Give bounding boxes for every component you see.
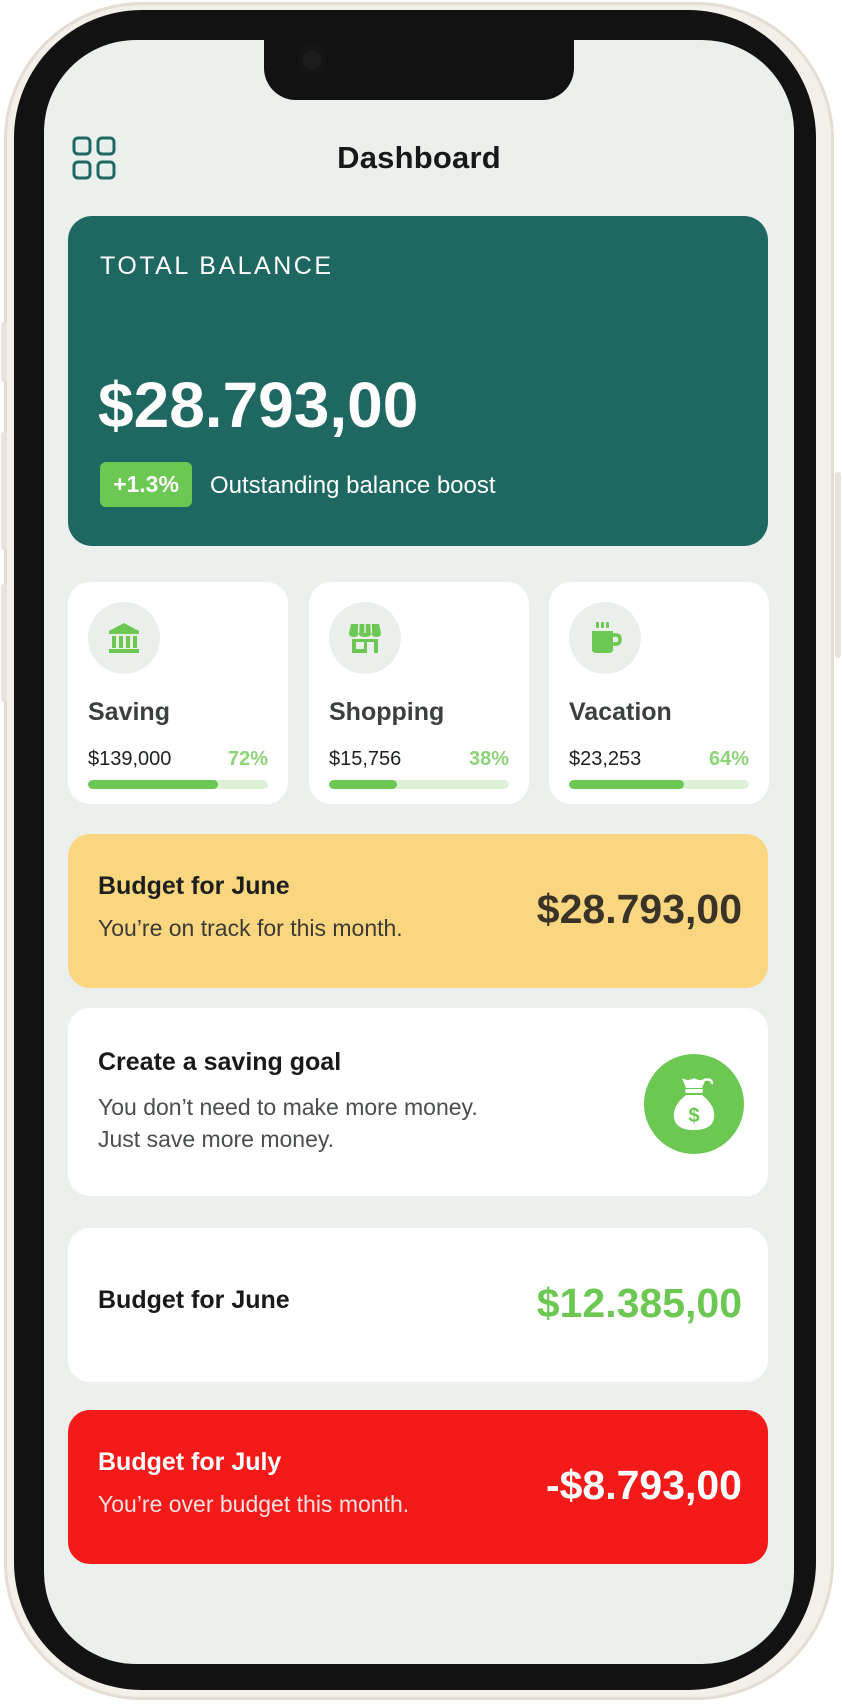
saving-goal-line-1: You don’t need to make more money. <box>98 1094 478 1120</box>
phone-screen: Dashboard TOTAL BALANCE $28.793,00 +1.3%… <box>44 40 794 1664</box>
budget-subtitle: You’re over budget this month. <box>98 1491 410 1517</box>
phone-power-button <box>835 472 841 658</box>
camera-icon <box>298 46 326 74</box>
category-percent: 64% <box>708 748 749 770</box>
category-amount: $15,756 <box>329 748 402 770</box>
category-icon-wrap <box>88 602 160 674</box>
mug-icon <box>592 622 622 653</box>
saving-goal-title: Create a saving goal <box>98 1048 342 1076</box>
phone-side-button <box>1 322 7 382</box>
budget-amount: -$8.793,00 <box>545 1462 742 1508</box>
category-icon-wrap <box>329 602 401 674</box>
category-card-saving[interactable]: Saving $139,000 72% <box>68 582 288 804</box>
category-progress-track <box>329 780 509 789</box>
balance-label: TOTAL BALANCE <box>100 252 334 280</box>
category-progress-fill <box>88 780 218 789</box>
bank-icon <box>109 623 139 653</box>
category-card-shopping[interactable]: Shopping $15,756 38% <box>309 582 529 804</box>
category-card-vacation[interactable]: Vacation $23,253 64% <box>549 582 769 804</box>
saving-goal-line-2: Just save more money. <box>98 1126 335 1152</box>
category-progress-fill <box>329 780 398 789</box>
budget-title: Budget for June <box>98 872 290 900</box>
category-icon-wrap <box>569 602 641 674</box>
create-saving-goal-button[interactable]: $ <box>644 1054 744 1154</box>
budget-title: Budget for June <box>98 1286 290 1314</box>
budget-june-summary-card[interactable]: Budget for June $12.385,00 <box>68 1228 768 1382</box>
category-name: Shopping <box>329 698 445 726</box>
category-percent: 38% <box>468 748 509 770</box>
phone-volume-up-button <box>1 432 7 550</box>
category-progress-track <box>569 780 749 789</box>
budget-title: Budget for July <box>98 1448 282 1476</box>
balance-amount: $28.793,00 <box>98 369 419 441</box>
header: Dashboard <box>44 136 794 200</box>
category-progress-fill <box>569 780 685 789</box>
category-name: Vacation <box>569 698 672 726</box>
category-progress-track <box>88 780 268 789</box>
phone-volume-down-button <box>1 584 7 702</box>
balance-change-badge: +1.3% <box>100 462 192 507</box>
notch <box>264 40 574 100</box>
total-balance-card[interactable]: TOTAL BALANCE $28.793,00 +1.3% Outstandi… <box>68 216 768 546</box>
budget-amount: $12.385,00 <box>536 1280 742 1326</box>
budget-july-card[interactable]: Budget for July You’re over budget this … <box>68 1410 768 1564</box>
money-bag-icon: $ <box>673 1078 715 1130</box>
store-icon <box>349 623 381 653</box>
saving-goal-card[interactable]: Create a saving goal You don’t need to m… <box>68 1008 768 1196</box>
budget-amount: $28.793,00 <box>536 886 742 932</box>
category-amount: $23,253 <box>569 748 642 770</box>
budget-june-card[interactable]: Budget for June You’re on track for this… <box>68 834 768 988</box>
category-percent: 72% <box>227 748 268 770</box>
budget-subtitle: You’re on track for this month. <box>98 915 403 941</box>
page-title: Dashboard <box>337 140 501 175</box>
category-amount: $139,000 <box>88 748 172 770</box>
category-name: Saving <box>88 698 170 726</box>
svg-text:$: $ <box>688 1105 699 1127</box>
balance-change-text: Outstanding balance boost <box>210 472 496 499</box>
